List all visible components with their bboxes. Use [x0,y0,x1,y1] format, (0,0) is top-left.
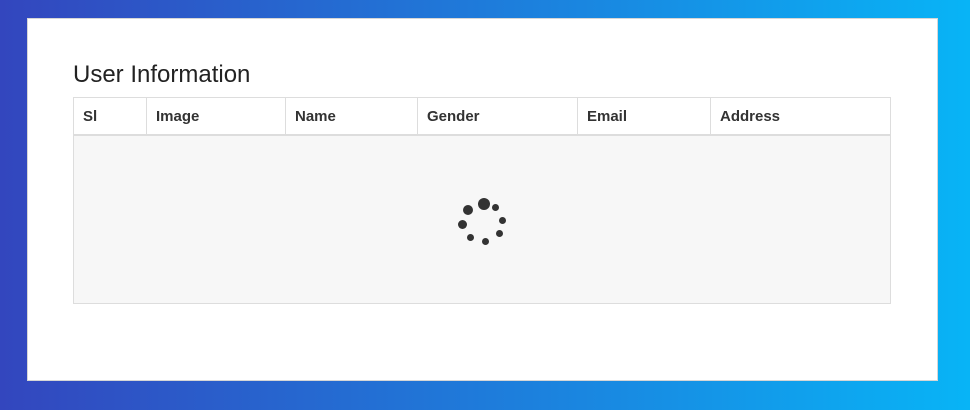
table-body-loading [74,136,890,303]
column-header-name[interactable]: Name [286,98,418,134]
spinner-dot [463,205,473,215]
spinner-dot [496,230,503,237]
table-header-row: Sl Image Name Gender Email Address [74,98,890,136]
column-header-email[interactable]: Email [578,98,711,134]
user-info-card: User Information Sl Image Name Gender Em… [27,18,938,381]
column-header-sl[interactable]: Sl [74,98,147,134]
spinner-dot [499,217,506,224]
column-header-address[interactable]: Address [711,98,890,134]
spinner-dot [467,234,474,241]
column-header-gender[interactable]: Gender [418,98,578,134]
spinner-dot [458,220,467,229]
spinner-dot [482,238,489,245]
loading-spinner-icon [457,198,507,248]
page-title: User Information [73,61,251,88]
spinner-dot [492,204,499,211]
spinner-dot [478,198,490,210]
user-table: Sl Image Name Gender Email Address [73,97,891,304]
column-header-image[interactable]: Image [147,98,286,134]
